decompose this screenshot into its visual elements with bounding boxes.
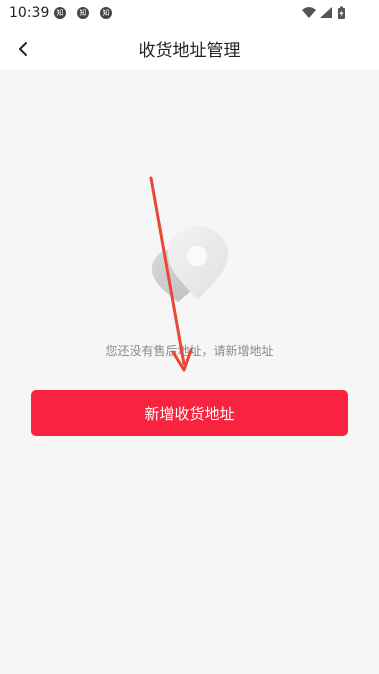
- notification-icon: 知: [100, 7, 112, 19]
- notification-icon: 知: [54, 7, 66, 19]
- status-icons: [302, 6, 345, 19]
- add-address-button[interactable]: 新增收货地址: [31, 390, 348, 436]
- status-bar: 10:39 知 知 知: [0, 0, 379, 26]
- app-bar: 收货地址管理: [0, 26, 379, 70]
- empty-message: 您还没有售后地址，请新增地址: [105, 344, 274, 358]
- status-time: 10:39: [9, 5, 50, 21]
- notification-icon: 知: [77, 7, 89, 19]
- battery-icon: [338, 6, 345, 19]
- page-title: 收货地址管理: [138, 41, 241, 61]
- annotation-arrow: [149, 176, 193, 372]
- location-pin-icon: [151, 226, 228, 302]
- signal-icon: [320, 7, 332, 18]
- wifi-icon: [302, 7, 316, 18]
